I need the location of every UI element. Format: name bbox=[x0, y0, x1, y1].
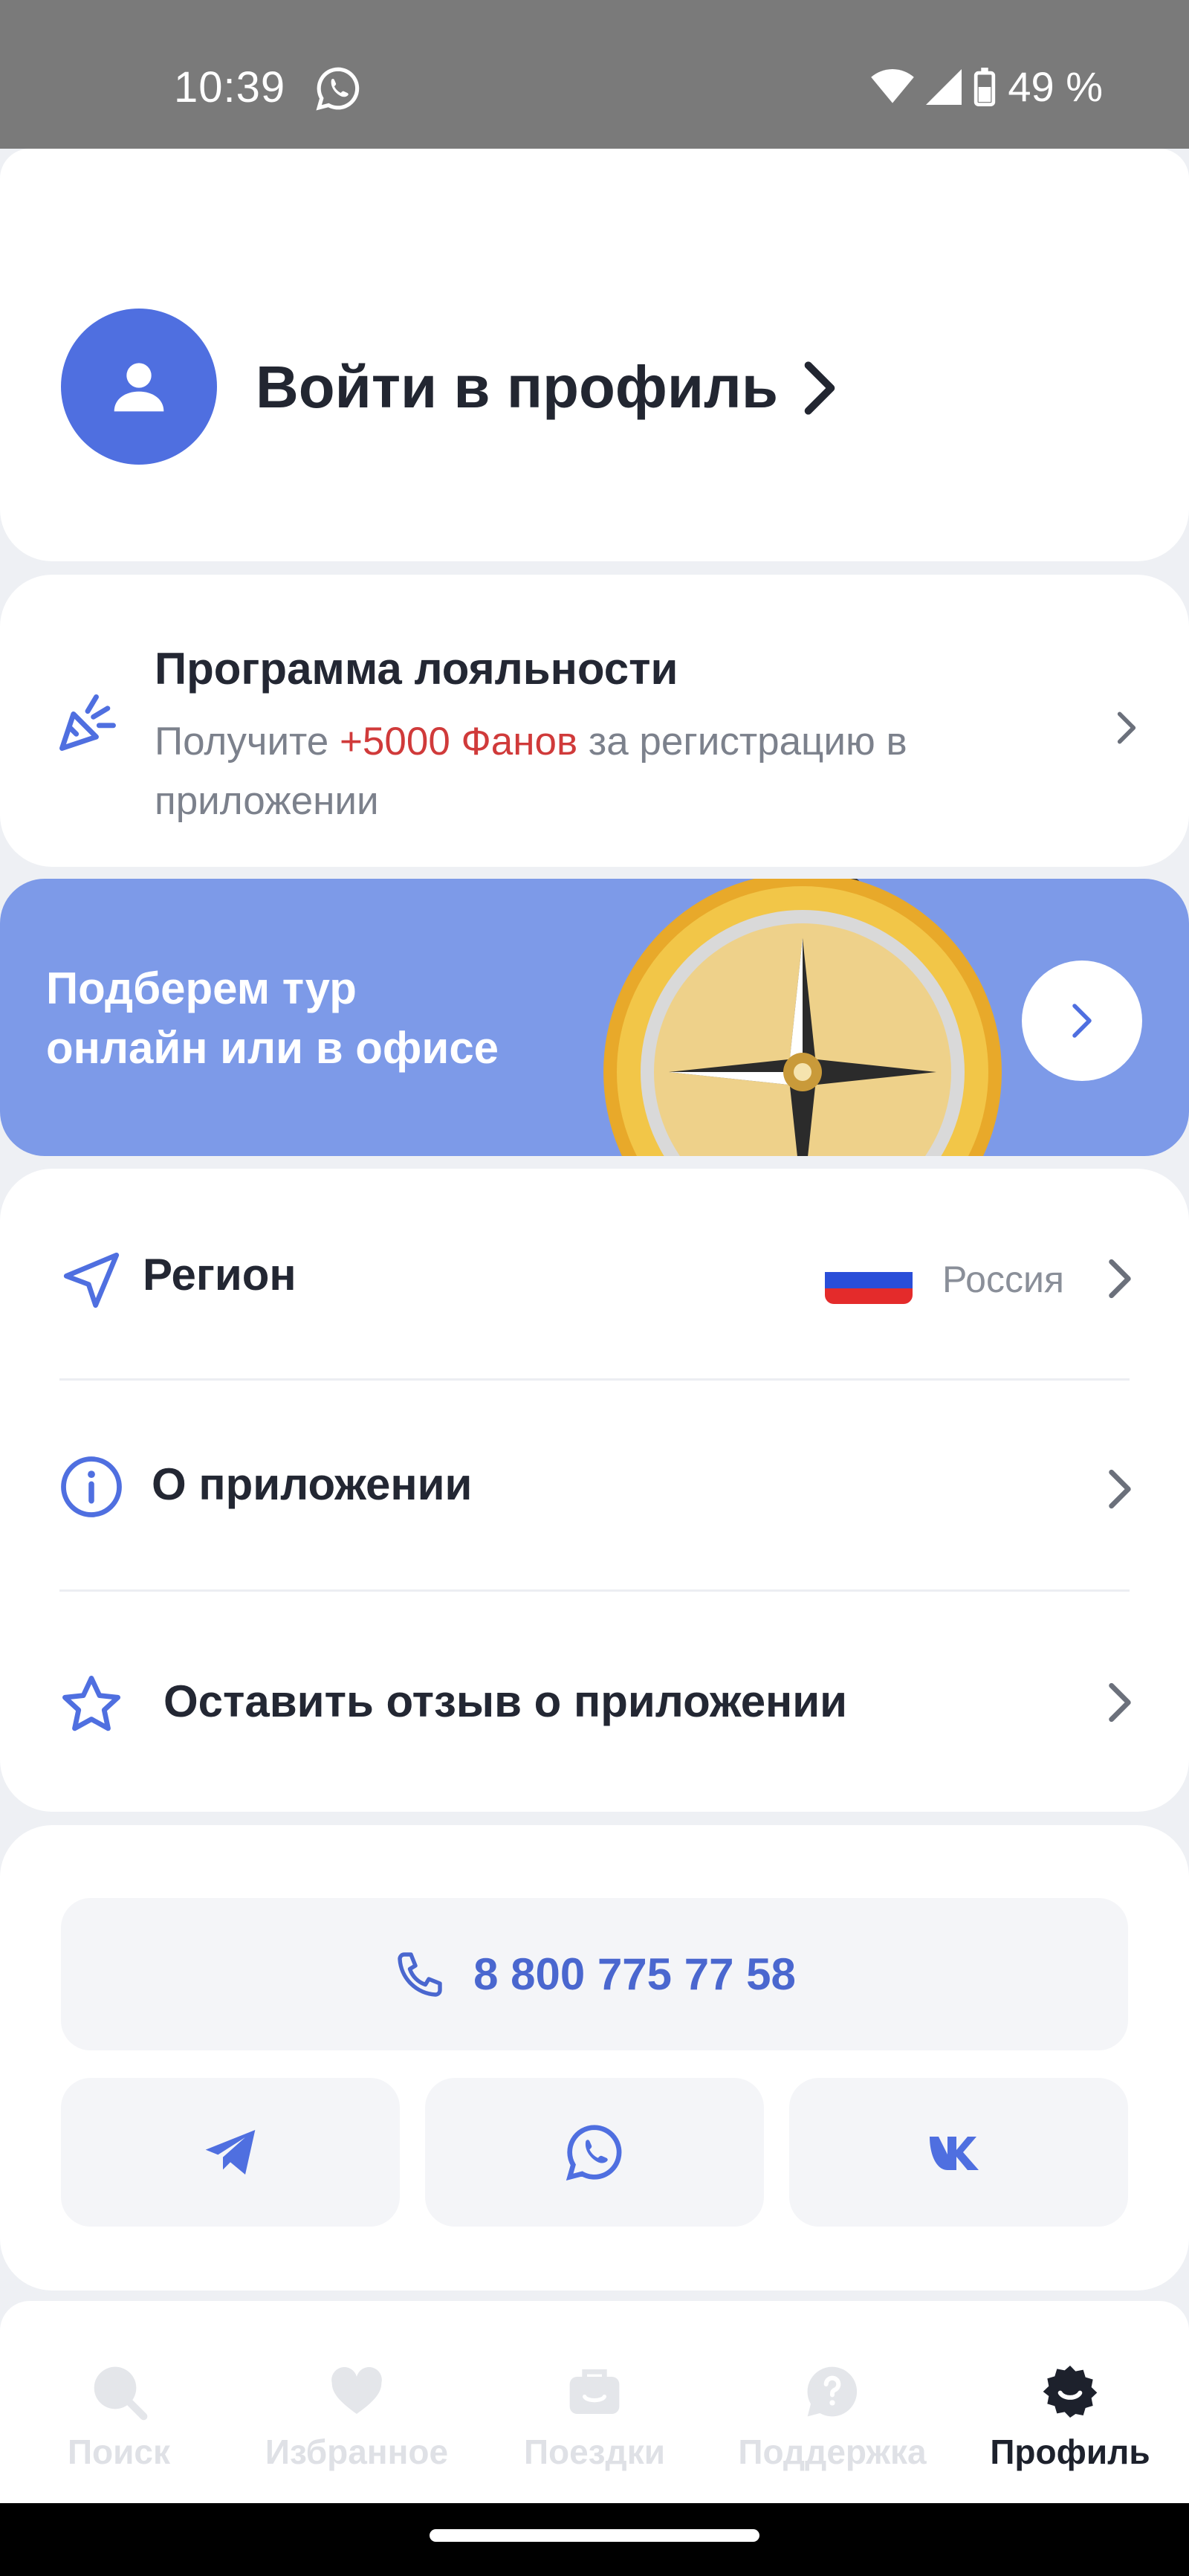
settings-menu: Регион Россия О приложении Оставить отзы… bbox=[0, 1169, 1189, 1812]
loyalty-bonus: +5000 Фанов bbox=[339, 720, 578, 764]
menu-label-region: Регион bbox=[143, 1250, 297, 1300]
compass-illustration bbox=[603, 879, 1002, 1156]
menu-item-review[interactable]: Оставить отзыв о приложении bbox=[0, 1592, 1189, 1803]
menu-label-about: О приложении bbox=[152, 1459, 473, 1509]
tab-support[interactable]: Поддержка bbox=[725, 2301, 940, 2503]
phone-icon bbox=[398, 1952, 442, 1997]
menu-item-about[interactable]: О приложении bbox=[0, 1381, 1189, 1591]
tab-search[interactable]: Поиск bbox=[45, 2301, 193, 2503]
phone-button[interactable]: 8 800 775 77 58 bbox=[61, 1898, 1128, 2050]
loyalty-title: Программа лояльности bbox=[155, 644, 678, 694]
chevron-right-icon bbox=[1109, 1259, 1131, 1299]
tab-label: Поездки bbox=[523, 2433, 666, 2471]
banner-line-2: онлайн или в офисе bbox=[46, 1023, 499, 1073]
banner-arrow-button[interactable] bbox=[1022, 961, 1142, 1081]
tab-label: Поиск bbox=[67, 2433, 171, 2471]
home-gesture-handle[interactable] bbox=[430, 2529, 759, 2542]
suitcase-icon bbox=[569, 2369, 620, 2414]
contacts-card: 8 800 775 77 58 bbox=[0, 1825, 1189, 2291]
russia-flag-icon bbox=[825, 1256, 913, 1304]
vk-button[interactable] bbox=[789, 2078, 1128, 2227]
vk-icon bbox=[930, 2137, 979, 2170]
login-label[interactable]: Войти в профиль bbox=[256, 353, 778, 422]
system-navigation-bar bbox=[0, 2503, 1189, 2576]
divider bbox=[59, 1589, 1130, 1592]
chevron-right-icon bbox=[804, 361, 835, 415]
telegram-icon bbox=[205, 2130, 256, 2175]
location-arrow-icon bbox=[63, 1252, 120, 1308]
chevron-right-icon bbox=[1109, 1682, 1131, 1723]
login-card[interactable]: Войти в профиль bbox=[0, 149, 1189, 561]
region-value: Россия bbox=[942, 1259, 1064, 1300]
whatsapp-icon bbox=[316, 67, 360, 111]
menu-item-region[interactable]: Регион Россия bbox=[0, 1169, 1189, 1379]
status-bar: 10:39 49 % bbox=[0, 0, 1189, 149]
gear-smile-icon bbox=[1043, 2366, 1098, 2418]
tab-profile[interactable]: Профиль bbox=[977, 2301, 1163, 2503]
battery-icon bbox=[974, 67, 996, 106]
user-icon bbox=[114, 363, 164, 412]
whatsapp-icon bbox=[566, 2125, 622, 2181]
status-time: 10:39 bbox=[174, 63, 286, 112]
loyalty-desc-text: Получите bbox=[155, 720, 340, 764]
tab-label: Избранное bbox=[265, 2433, 449, 2471]
heart-icon bbox=[331, 2366, 382, 2414]
tab-favorites[interactable]: Избранное bbox=[245, 2301, 468, 2503]
tour-banner[interactable]: Подберем тур онлайн или в офисе bbox=[0, 879, 1189, 1156]
search-icon bbox=[94, 2366, 148, 2421]
loyalty-description: Получите +5000 Фанов за регистрацию в пр… bbox=[155, 712, 1069, 831]
battery-percent: 49 % bbox=[1008, 63, 1103, 110]
cellular-icon bbox=[926, 68, 962, 105]
tab-label: Профиль bbox=[990, 2433, 1150, 2471]
whatsapp-button[interactable] bbox=[425, 2078, 764, 2227]
star-icon bbox=[62, 1676, 120, 1731]
chevron-right-icon bbox=[1117, 711, 1136, 744]
banner-text: Подберем тур онлайн или в офисе bbox=[46, 959, 566, 1078]
bottom-tab-bar: Поиск Избранное Поездки Поддержка Профил… bbox=[0, 2301, 1189, 2503]
chevron-right-icon bbox=[1109, 1469, 1131, 1509]
tab-trips[interactable]: Поездки bbox=[505, 2301, 684, 2503]
phone-number: 8 800 775 77 58 bbox=[473, 1949, 796, 1999]
info-icon bbox=[61, 1456, 122, 1517]
banner-line-1: Подберем тур bbox=[46, 963, 357, 1013]
wifi-icon bbox=[871, 68, 915, 103]
system-icons: 49 % bbox=[871, 62, 1103, 111]
question-icon bbox=[807, 2366, 858, 2417]
menu-label-review: Оставить отзыв о приложении bbox=[163, 1676, 848, 1726]
avatar[interactable] bbox=[61, 309, 217, 465]
chevron-right-icon bbox=[1072, 1004, 1092, 1038]
loyalty-card[interactable]: Программа лояльности Получите +5000 Фано… bbox=[0, 575, 1189, 867]
party-popper-icon bbox=[59, 694, 116, 751]
tab-label: Поддержка bbox=[738, 2433, 927, 2471]
telegram-button[interactable] bbox=[61, 2078, 400, 2227]
